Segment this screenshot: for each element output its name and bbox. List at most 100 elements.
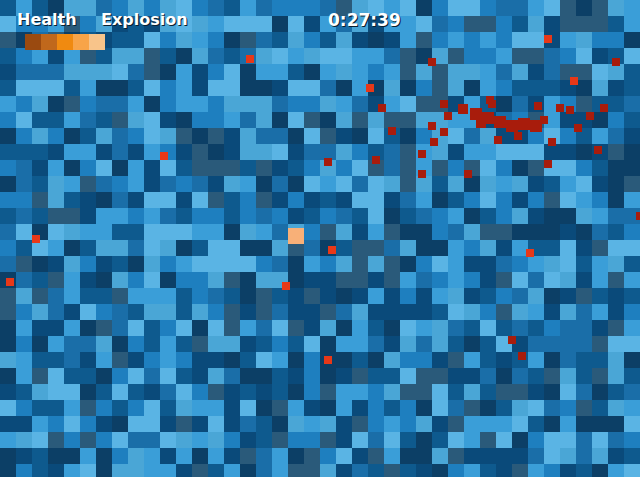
particle bbox=[494, 136, 502, 144]
bg-tile bbox=[368, 320, 384, 336]
bg-tile bbox=[192, 368, 208, 384]
bg-tile bbox=[16, 160, 32, 176]
bg-tile bbox=[432, 192, 448, 208]
bg-tile bbox=[208, 112, 224, 128]
bg-tile bbox=[320, 192, 336, 208]
bg-tile bbox=[160, 288, 176, 304]
bg-tile bbox=[288, 64, 304, 80]
bg-tile bbox=[352, 208, 368, 224]
bg-tile bbox=[336, 272, 352, 288]
bg-tile bbox=[624, 144, 640, 160]
bg-tile bbox=[80, 96, 96, 112]
bg-tile bbox=[480, 208, 496, 224]
bg-tile bbox=[224, 224, 240, 240]
bg-tile bbox=[128, 432, 144, 448]
bg-tile bbox=[624, 224, 640, 240]
bg-tile bbox=[272, 368, 288, 384]
bg-tile bbox=[240, 464, 256, 477]
bg-tile bbox=[576, 224, 592, 240]
bg-tile bbox=[128, 448, 144, 464]
bg-tile bbox=[448, 320, 464, 336]
bg-tile bbox=[16, 464, 32, 477]
bg-tile bbox=[160, 128, 176, 144]
bg-tile bbox=[336, 400, 352, 416]
bg-tile bbox=[512, 368, 528, 384]
bg-tile bbox=[336, 224, 352, 240]
bg-tile bbox=[368, 272, 384, 288]
bg-tile bbox=[336, 96, 352, 112]
bg-tile bbox=[128, 224, 144, 240]
bg-tile bbox=[416, 384, 432, 400]
bg-tile bbox=[608, 400, 624, 416]
bg-tile bbox=[448, 224, 464, 240]
bg-tile bbox=[368, 112, 384, 128]
bg-tile bbox=[304, 448, 320, 464]
bg-tile bbox=[144, 272, 160, 288]
bg-tile bbox=[0, 0, 16, 16]
bg-tile bbox=[80, 336, 96, 352]
bg-tile bbox=[48, 288, 64, 304]
bg-tile bbox=[624, 192, 640, 208]
bg-tile bbox=[496, 144, 512, 160]
bg-tile bbox=[96, 352, 112, 368]
bg-tile bbox=[320, 464, 336, 477]
particle bbox=[428, 58, 436, 66]
bg-tile bbox=[304, 128, 320, 144]
bg-tile bbox=[16, 336, 32, 352]
bg-tile bbox=[64, 464, 80, 477]
bg-tile bbox=[384, 416, 400, 432]
bg-tile bbox=[528, 32, 544, 48]
bg-tile bbox=[480, 336, 496, 352]
particle bbox=[458, 104, 468, 114]
bg-tile bbox=[432, 176, 448, 192]
bg-tile bbox=[336, 208, 352, 224]
bg-tile bbox=[544, 288, 560, 304]
bg-tile bbox=[272, 96, 288, 112]
bg-tile bbox=[112, 400, 128, 416]
bg-tile bbox=[352, 128, 368, 144]
bg-tile bbox=[368, 416, 384, 432]
bg-tile bbox=[448, 208, 464, 224]
bg-tile bbox=[560, 208, 576, 224]
game-canvas[interactable]: HealthExplosion0:27:39 bbox=[0, 0, 640, 477]
particle bbox=[440, 128, 448, 136]
bg-tile bbox=[128, 272, 144, 288]
bg-tile bbox=[272, 208, 288, 224]
bg-tile bbox=[80, 464, 96, 477]
bg-tile bbox=[256, 368, 272, 384]
bg-tile bbox=[416, 368, 432, 384]
bg-tile bbox=[96, 144, 112, 160]
bg-tile bbox=[368, 304, 384, 320]
bg-tile bbox=[336, 128, 352, 144]
bg-tile bbox=[224, 144, 240, 160]
bg-tile bbox=[96, 288, 112, 304]
bg-tile bbox=[16, 80, 32, 96]
bg-tile bbox=[512, 80, 528, 96]
bg-tile bbox=[320, 32, 336, 48]
bg-tile bbox=[496, 384, 512, 400]
bg-tile bbox=[128, 352, 144, 368]
bg-tile bbox=[80, 448, 96, 464]
bg-tile bbox=[544, 48, 560, 64]
bg-tile bbox=[576, 240, 592, 256]
bg-tile bbox=[224, 208, 240, 224]
bg-tile bbox=[112, 272, 128, 288]
bg-tile bbox=[480, 160, 496, 176]
bg-tile bbox=[608, 336, 624, 352]
bg-tile bbox=[336, 368, 352, 384]
bg-tile bbox=[272, 16, 288, 32]
bg-tile bbox=[304, 240, 320, 256]
bg-tile bbox=[352, 192, 368, 208]
bg-tile bbox=[272, 320, 288, 336]
bg-tile bbox=[240, 208, 256, 224]
bg-tile bbox=[464, 240, 480, 256]
bg-tile bbox=[464, 176, 480, 192]
bg-tile bbox=[256, 384, 272, 400]
bg-tile bbox=[224, 352, 240, 368]
bg-tile bbox=[320, 400, 336, 416]
particle bbox=[526, 249, 534, 257]
particle bbox=[534, 102, 542, 110]
bg-tile bbox=[528, 352, 544, 368]
bg-tile bbox=[288, 96, 304, 112]
bg-tile bbox=[432, 320, 448, 336]
